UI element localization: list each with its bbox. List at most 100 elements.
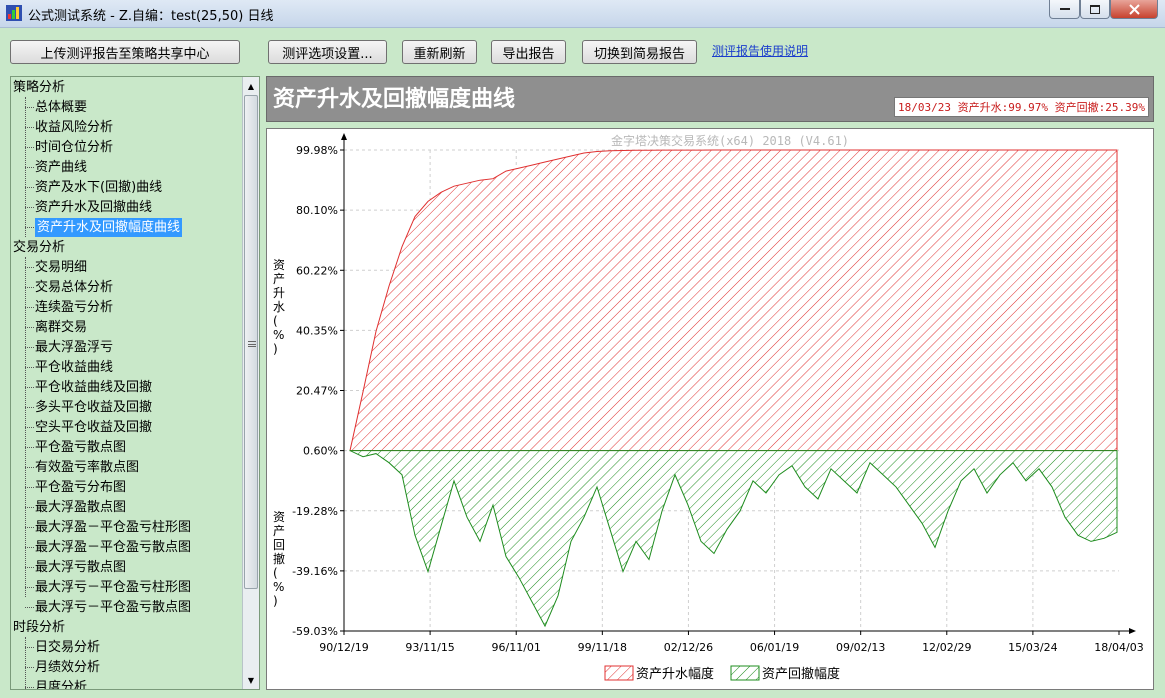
tree-line [25,407,34,408]
x-axis-arrow-icon [1129,628,1136,634]
test-options-button[interactable]: 测评选项设置... [268,40,387,64]
summary-badge: 18/03/23 资产升水:99.97% 资产回撤:25.39% [894,97,1149,117]
tree-item[interactable]: 有效盈亏率散点图 [35,458,139,477]
tree-item[interactable]: 资产曲线 [35,158,87,177]
tree-item[interactable]: 资产升水及回撤曲线 [35,198,152,217]
refresh-button[interactable]: 重新刷新 [402,40,477,64]
tree-line [25,367,34,368]
tree-item[interactable]: 最大浮亏－平仓盈亏柱形图 [35,578,191,597]
x-tick-label: 18/04/03 [1094,641,1143,654]
tree-item[interactable]: 最大浮盈－平仓盈亏散点图 [35,538,191,557]
x-tick-label: 96/11/01 [492,641,541,654]
tree-item[interactable]: 最大浮盈－平仓盈亏柱形图 [35,518,191,537]
tree-line [25,307,34,308]
window-title: 公式测试系统 - Z.自编：test(25,50) 日线 [28,9,274,24]
switch-simple-report-button[interactable]: 切换到简易报告 [582,40,697,64]
maximize-icon [1090,4,1100,14]
tree-line [25,587,34,588]
help-link[interactable]: 测评报告使用说明 [712,42,808,59]
tree-line [25,427,34,428]
tree-item[interactable]: 平仓收益曲线及回撤 [35,378,152,397]
x-tick-label: 15/03/24 [1008,641,1057,654]
tree-line [25,667,34,668]
tree-item[interactable]: 平仓盈亏散点图 [35,438,126,457]
tree-item[interactable]: 平仓盈亏分布图 [35,478,126,497]
export-report-button[interactable]: 导出报告 [491,40,566,64]
y-axis-label-upper: 资产升水(%) [273,258,285,356]
tree-item[interactable]: 最大浮盈散点图 [35,498,126,517]
tree-category[interactable]: 策略分析 [13,78,65,97]
close-icon [1128,3,1140,15]
tree-item[interactable]: 交易明细 [35,258,87,277]
legend-label: 资产回撤幅度 [762,666,840,682]
tree-line [25,187,34,188]
tree-line [25,607,34,608]
premium-area [349,149,1118,452]
scroll-down-arrow-icon[interactable]: ▼ [244,672,258,688]
tree-line [25,127,34,128]
tree-item[interactable]: 日交易分析 [35,638,100,657]
legend-label: 资产升水幅度 [636,666,714,682]
report-tree: 策略分析 总体概要 收益风险分析 时间仓位分析 资产曲线 资产及水下(回撤)曲线 资产升水及… [10,76,260,690]
tree-item[interactable]: 平仓收益曲线 [35,358,113,377]
drawdown-area [349,449,1118,628]
tree-item[interactable]: 离群交易 [35,318,87,337]
tree-line [25,687,34,688]
tree-item[interactable]: 最大浮盈浮亏 [35,338,113,357]
chart-header: 资产升水及回撤幅度曲线 18/03/23 资产升水:99.97% 资产回撤:25… [266,76,1154,122]
toolbar: 上传测评报告至策略共享中心 测评选项设置... 重新刷新 导出报告 切换到简易报… [0,28,1165,74]
tree-item[interactable]: 月度分析 [35,678,87,689]
tree-item[interactable]: 资产升水及回撤幅度曲线 [35,218,183,237]
tree-line [25,227,34,228]
y-tick-label: -59.03% [292,625,338,638]
tree-line [25,207,34,208]
y-axis-arrow-icon [341,133,347,140]
maximize-button[interactable] [1080,0,1110,19]
tree-item[interactable]: 交易总体分析 [35,278,113,297]
minimize-icon [1059,8,1070,10]
tree-item[interactable]: 连续盈亏分析 [35,298,113,317]
tree-item[interactable]: 总体概要 [35,98,87,117]
tree-item[interactable]: 月绩效分析 [35,658,100,677]
tree-line [25,167,34,168]
x-tick-label: 99/11/18 [578,641,627,654]
tree-line [25,107,34,108]
y-tick-label: -39.16% [292,565,338,578]
tree-line [25,547,34,548]
y-tick-label: 80.10% [296,204,338,217]
tree-line [25,327,34,328]
title-bar: 公式测试系统 - Z.自编：test(25,50) 日线 [0,0,1165,28]
x-tick-label: 06/01/19 [750,641,799,654]
tree-item[interactable]: 收益风险分析 [35,118,113,137]
scroll-thumb[interactable] [244,95,258,589]
scroll-up-arrow-icon[interactable]: ▲ [244,78,258,94]
tree-item[interactable]: 最大浮亏散点图 [35,558,126,577]
legend-swatch [604,665,634,681]
y-tick-label: 40.35% [296,324,338,337]
page-title: 资产升水及回撤幅度曲线 [273,87,516,112]
tree-line [25,567,34,568]
tree-item[interactable]: 时间仓位分析 [35,138,113,157]
tree-line [25,267,34,268]
upload-report-button[interactable]: 上传测评报告至策略共享中心 [10,40,240,64]
tree-item[interactable]: 最大浮亏－平仓盈亏散点图 [35,598,191,617]
x-tick-label: 12/02/29 [922,641,971,654]
tree-line [25,637,26,689]
tree-line [25,347,34,348]
y-tick-label: 20.47% [296,385,338,398]
x-tick-label: 02/12/26 [664,641,713,654]
tree-category[interactable]: 交易分析 [13,238,65,257]
tree-item[interactable]: 空头平仓收益及回撤 [35,418,152,437]
tree-category[interactable]: 时段分析 [13,618,65,637]
tree-item[interactable]: 多头平仓收益及回撤 [35,398,152,417]
app-icon [6,5,22,21]
chart-panel: 金字塔决策交易系统(x64) 2018 (V4.61) 99.98% 80.10%… [266,128,1154,690]
tree-scrollbar[interactable]: ▲ ▼ [242,77,259,689]
minimize-button[interactable] [1049,0,1080,19]
x-tick-label: 93/11/15 [405,641,454,654]
tree-line [25,387,34,388]
tree-item[interactable]: 资产及水下(回撤)曲线 [35,178,162,197]
y-tick-label: 0.60% [303,445,338,458]
tree-line [25,287,34,288]
close-button[interactable] [1110,0,1158,19]
